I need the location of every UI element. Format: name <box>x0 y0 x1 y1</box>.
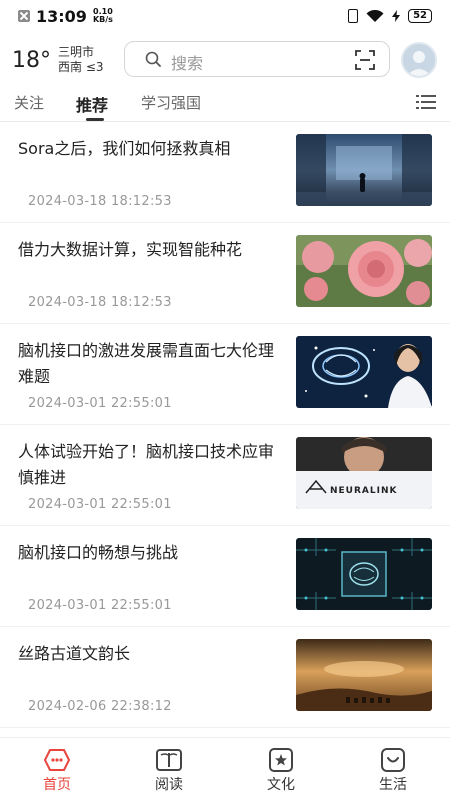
charging-icon <box>392 10 401 22</box>
temperature: 18° <box>12 48 51 73</box>
nav-label: 阅读 <box>155 777 183 793</box>
search-bar[interactable]: 搜索 <box>124 41 390 77</box>
search-icon <box>145 51 161 67</box>
news-item[interactable]: Sora之后，我们如何拯救真相 2024-03-18 18:12:53 <box>0 122 450 223</box>
user-icon <box>407 51 431 76</box>
news-title: Sora之后，我们如何拯救真相 <box>18 139 231 158</box>
active-tab-indicator <box>86 118 104 121</box>
search-placeholder: 搜索 <box>171 54 204 73</box>
book-icon <box>156 749 182 771</box>
news-title: 丝路古道文韵长 <box>18 644 131 663</box>
news-item[interactable]: 人体试验开始了！脑机接口技术应审慎推进 2024-03-01 22:55:01 … <box>0 425 450 526</box>
news-item[interactable]: 脑机接口的激进发展需直面七大伦理难题 2024-03-01 22:55:01 <box>0 324 450 425</box>
tab-follow[interactable]: 关注 <box>14 92 44 113</box>
net-speed: 0.10 KB/s <box>93 8 113 24</box>
news-date: 2024-03-01 22:55:01 <box>28 598 172 613</box>
notification-icon <box>18 10 30 22</box>
app-header: 18° 三明市 西南 ≤3 搜索 <box>0 32 450 88</box>
nav-home[interactable]: 首页 <box>27 744 87 794</box>
news-date: 2024-02-06 22:38:12 <box>28 699 172 714</box>
net-speed-unit: KB/s <box>92 15 113 24</box>
news-item[interactable]: 脑机接口的畅想与挑战 2024-03-01 22:55:01 <box>0 526 450 627</box>
status-time: 13:09 <box>36 6 87 26</box>
news-thumbnail <box>296 538 432 610</box>
news-title: 借力大数据计算，实现智能种花 <box>18 240 243 259</box>
menu-list-icon[interactable] <box>416 94 436 110</box>
nav-read[interactable]: 阅读 <box>139 744 199 794</box>
nav-label: 文化 <box>267 777 295 793</box>
news-date: 2024-03-18 18:12:53 <box>28 194 172 209</box>
city-name: 三明市 <box>58 45 95 59</box>
culture-icon <box>269 748 293 772</box>
avatar[interactable] <box>401 42 437 78</box>
news-title: 脑机接口的畅想与挑战 <box>18 543 179 562</box>
news-item[interactable]: 丝路古道文韵长 2024-02-06 22:38:12 <box>0 627 450 728</box>
wind-info: 西南 ≤3 <box>58 60 104 74</box>
news-date: 2024-03-01 22:55:01 <box>28 396 172 411</box>
news-date: 2024-03-01 22:55:01 <box>28 497 172 512</box>
tab-recommend[interactable]: 推荐 <box>76 92 108 116</box>
nav-life[interactable]: 生活 <box>363 744 423 794</box>
home-icon <box>44 749 70 771</box>
news-thumbnail <box>296 639 432 711</box>
news-thumbnail <box>296 336 432 408</box>
news-thumbnail <box>296 235 432 307</box>
status-bar: 13:09 0.10 KB/s 52 <box>0 0 450 32</box>
life-icon <box>381 748 405 772</box>
news-date: 2024-03-18 18:12:53 <box>28 295 172 310</box>
news-thumbnail <box>296 134 432 206</box>
nav-label: 生活 <box>379 777 407 793</box>
news-thumbnail: NEURALINK <box>296 437 432 509</box>
news-title: 脑机接口的激进发展需直面七大伦理难题 <box>18 341 275 386</box>
nav-label: 首页 <box>43 777 71 793</box>
vibrate-icon <box>348 9 359 23</box>
bottom-nav: 首页 阅读 文化 生活 <box>0 737 450 800</box>
wifi-icon <box>366 10 384 22</box>
news-title: 人体试验开始了！脑机接口技术应审慎推进 <box>18 442 275 487</box>
news-item[interactable]: 借力大数据计算，实现智能种花 2024-03-18 18:12:53 <box>0 223 450 324</box>
battery-icon: 52 <box>408 9 432 23</box>
scan-icon[interactable] <box>355 50 375 70</box>
nav-culture[interactable]: 文化 <box>251 744 311 794</box>
weather-info[interactable]: 三明市 西南 ≤3 <box>58 45 104 75</box>
news-list: Sora之后，我们如何拯救真相 2024-03-18 18:12:53 借力大数… <box>0 122 450 737</box>
neuralink-logo-text: NEURALINK <box>330 486 397 496</box>
tab-xuexi-qiangguo[interactable]: 学习强国 <box>141 92 201 113</box>
category-tabs: 关注 推荐 学习强国 <box>0 88 450 122</box>
